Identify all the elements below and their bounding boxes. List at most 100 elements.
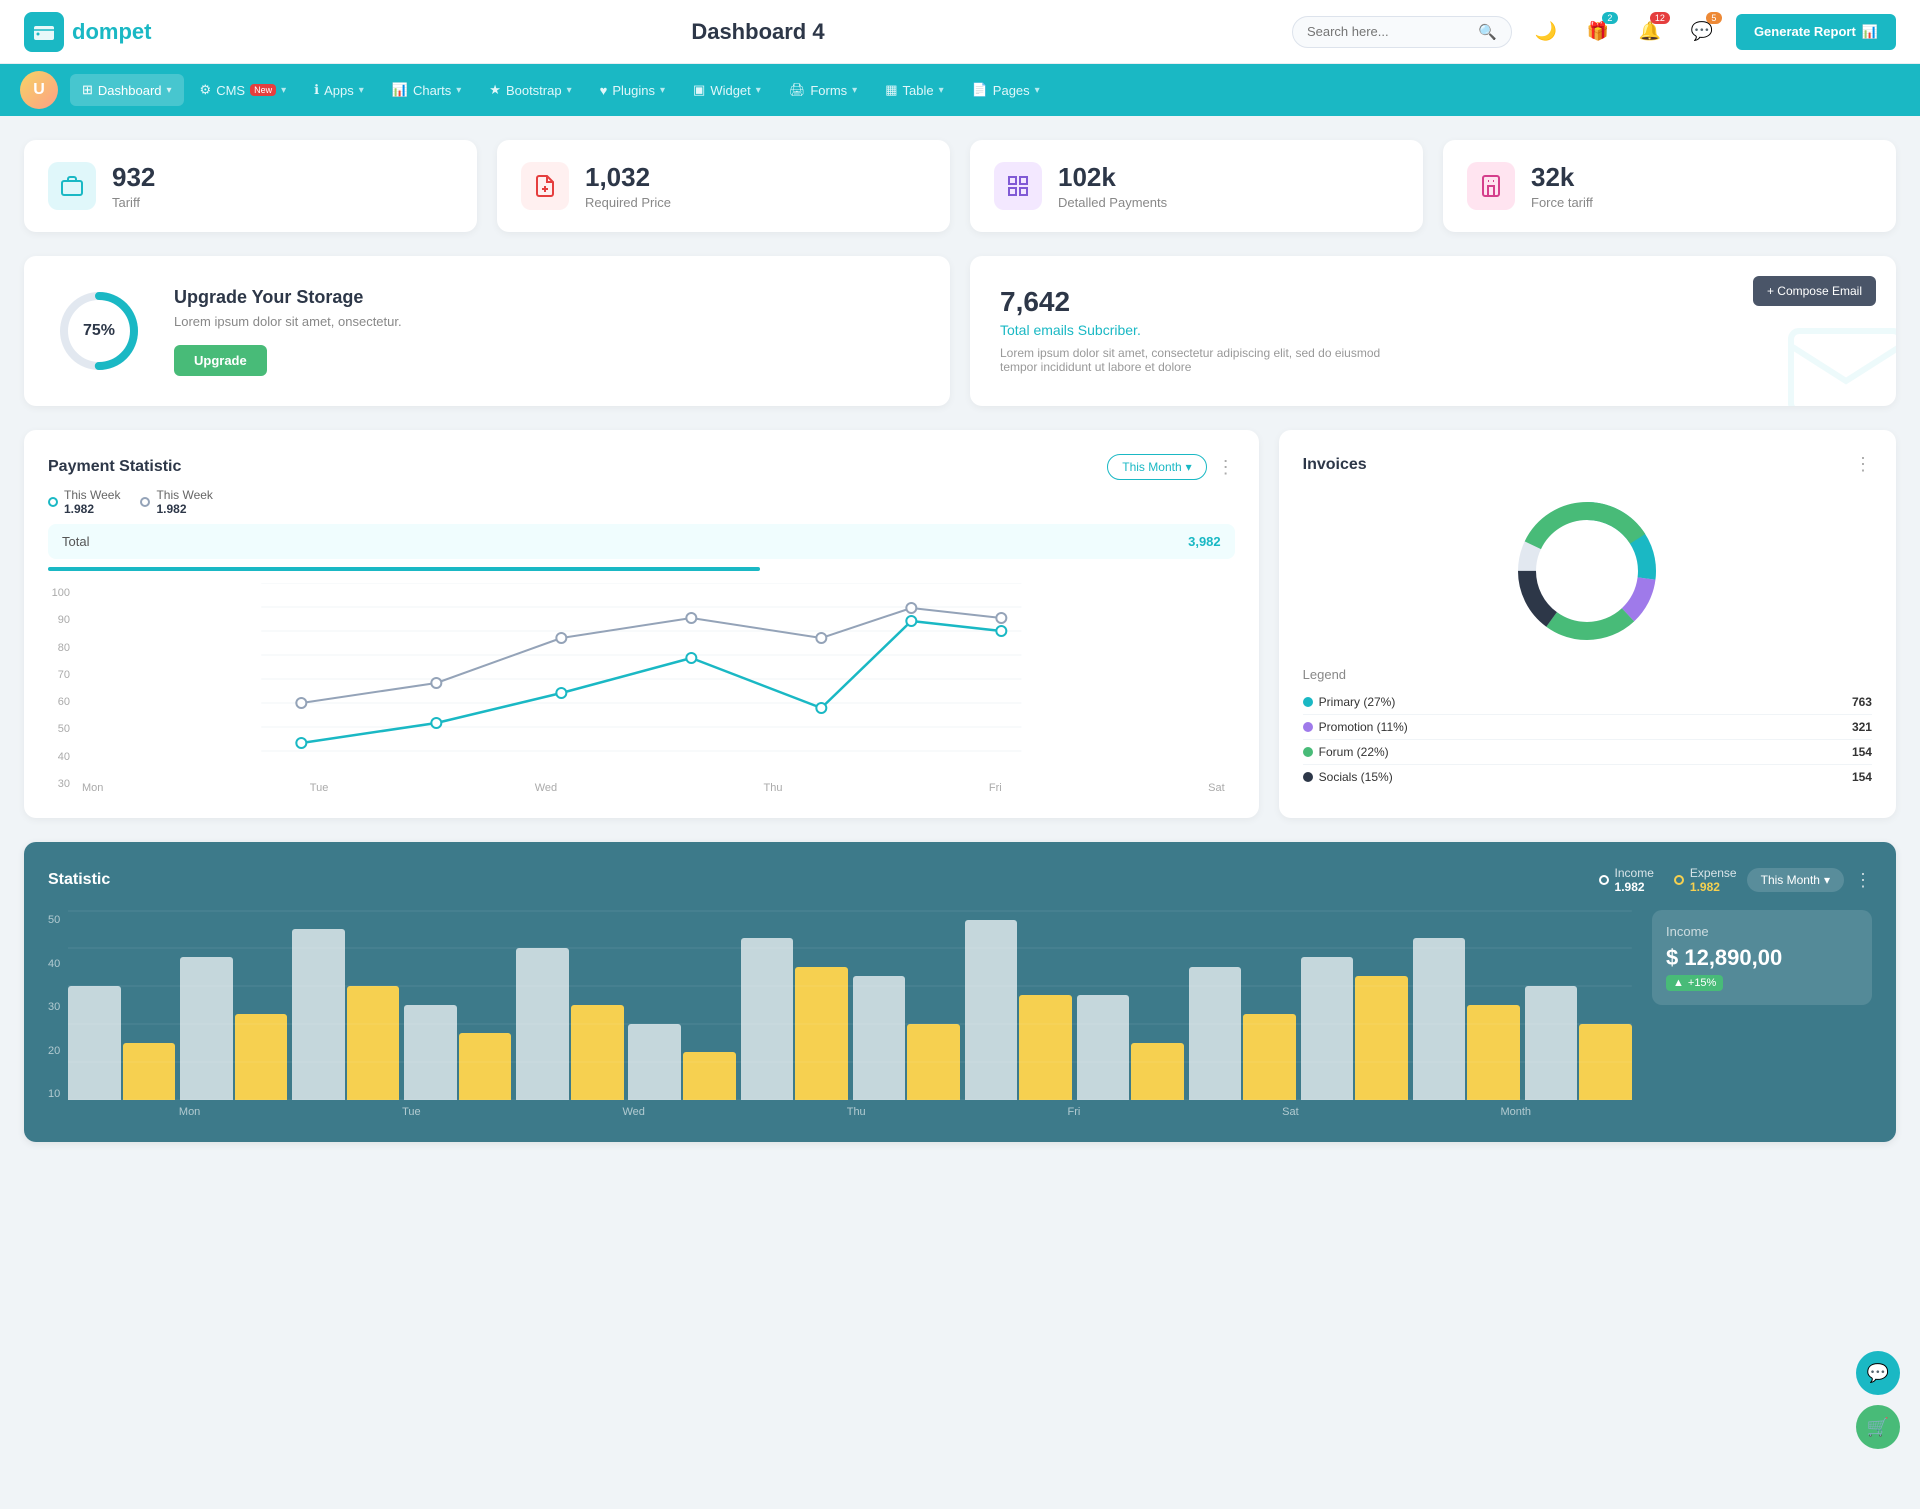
statistic-title: Statistic bbox=[48, 871, 110, 889]
bar-white-13 bbox=[1413, 938, 1466, 1100]
legend-text-1: This Week 1.982 bbox=[64, 488, 120, 516]
grid-bar-icon bbox=[994, 162, 1042, 210]
required-price-value: 1,032 bbox=[585, 162, 671, 193]
search-input[interactable] bbox=[1307, 24, 1478, 39]
bar-group-2 bbox=[180, 910, 287, 1100]
middle-row: 75% Upgrade Your Storage Lorem ipsum dol… bbox=[24, 256, 1896, 406]
payment-more-btn[interactable]: ⋮ bbox=[1217, 457, 1235, 478]
invoices-legend: Legend Primary (27%) 763 Promotion (11%)… bbox=[1303, 667, 1872, 789]
gear-icon: ⚙ bbox=[200, 82, 212, 98]
cms-new-badge: New bbox=[250, 84, 276, 96]
plugins-arrow-icon: ▾ bbox=[660, 85, 665, 96]
bar-group-4 bbox=[404, 910, 511, 1100]
chat-icon-btn[interactable]: 💬 5 bbox=[1684, 14, 1720, 50]
logo-area: dompet bbox=[24, 12, 224, 52]
bar-yellow-11 bbox=[1243, 1014, 1296, 1100]
invoices-more-btn[interactable]: ⋮ bbox=[1854, 454, 1872, 475]
line-chart-svg bbox=[48, 583, 1235, 773]
building-icon bbox=[1467, 162, 1515, 210]
bell-badge: 12 bbox=[1650, 12, 1670, 24]
email-subtitle: Total emails Subcriber. bbox=[1000, 322, 1866, 338]
upgrade-button[interactable]: Upgrade bbox=[174, 345, 267, 376]
legend-dot-1 bbox=[48, 497, 58, 507]
statistic-body: 50 40 30 20 10 bbox=[48, 910, 1872, 1118]
expense-legend-label: Expense bbox=[1690, 866, 1737, 880]
primary-label: Primary (27%) bbox=[1319, 695, 1396, 709]
this-month-filter-btn[interactable]: This Month ▾ bbox=[1107, 454, 1206, 480]
search-box[interactable]: 🔍 bbox=[1292, 16, 1512, 48]
stat-info-price: 1,032 Required Price bbox=[585, 162, 671, 210]
expense-legend-dot bbox=[1674, 875, 1684, 885]
bell-icon-btn[interactable]: 🔔 12 bbox=[1632, 14, 1668, 50]
nav-label-charts: Charts bbox=[413, 83, 451, 98]
charts-arrow-icon: ▾ bbox=[456, 85, 461, 96]
nav-item-plugins[interactable]: ♥ Plugins ▾ bbox=[588, 75, 677, 106]
legend-item-1: This Week 1.982 bbox=[48, 488, 120, 516]
bootstrap-arrow-icon: ▾ bbox=[567, 85, 572, 96]
nav-label-plugins: Plugins bbox=[612, 83, 655, 98]
info-icon: ℹ bbox=[314, 82, 319, 98]
nav-item-apps[interactable]: ℹ Apps ▾ bbox=[302, 74, 376, 106]
bar-yellow-2 bbox=[235, 1014, 288, 1100]
promotion-label: Promotion (11%) bbox=[1319, 720, 1408, 734]
nav-item-dashboard[interactable]: ⊞ Dashboard ▾ bbox=[70, 74, 184, 106]
income-badge-val: +15% bbox=[1688, 977, 1716, 989]
stat-legend: Income 1.982 Expense 1.982 bbox=[1599, 866, 1737, 894]
total-progress-bar bbox=[48, 567, 760, 571]
stat-info-force: 32k Force tariff bbox=[1531, 162, 1593, 210]
generate-report-button[interactable]: Generate Report 📊 bbox=[1736, 14, 1896, 50]
bar-white-3 bbox=[292, 929, 345, 1100]
nav-item-pages[interactable]: 📄 Pages ▾ bbox=[960, 74, 1052, 106]
promotion-dot bbox=[1303, 722, 1313, 732]
nav-item-cms[interactable]: ⚙ CMS New ▾ bbox=[188, 74, 299, 106]
storage-description: Lorem ipsum dolor sit amet, onsectetur. bbox=[174, 314, 402, 329]
pages-arrow-icon: ▾ bbox=[1035, 85, 1040, 96]
top-header: dompet Dashboard 4 🔍 🌙 🎁 2 🔔 12 💬 5 Gene… bbox=[0, 0, 1920, 64]
bar-white-5 bbox=[516, 948, 569, 1100]
moon-toggle[interactable]: 🌙 bbox=[1528, 14, 1564, 50]
filter-chevron-icon: ▾ bbox=[1186, 460, 1192, 474]
payment-title: Payment Statistic bbox=[48, 458, 181, 476]
scroll-top-float-btn[interactable]: 🛒 bbox=[1856, 1405, 1900, 1449]
avatar-initials: U bbox=[20, 71, 58, 109]
nav-item-forms[interactable]: 🖨 Forms ▾ bbox=[777, 74, 869, 106]
total-value: 3,982 bbox=[1188, 534, 1221, 549]
charts-row: Payment Statistic This Month ▾ ⋮ This We… bbox=[24, 430, 1896, 818]
forms-arrow-icon: ▾ bbox=[852, 85, 857, 96]
table-arrow-icon: ▾ bbox=[939, 85, 944, 96]
payment-header: Payment Statistic This Month ▾ ⋮ bbox=[48, 454, 1235, 480]
bar-white-12 bbox=[1301, 957, 1354, 1100]
storage-card: 75% Upgrade Your Storage Lorem ipsum dol… bbox=[24, 256, 950, 406]
storage-info: Upgrade Your Storage Lorem ipsum dolor s… bbox=[174, 287, 402, 376]
gift-badge: 2 bbox=[1602, 12, 1618, 24]
compose-email-button[interactable]: + Compose Email bbox=[1753, 276, 1876, 306]
stat-month-filter-btn[interactable]: This Month ▾ bbox=[1747, 868, 1844, 892]
bar-yellow-13 bbox=[1467, 1005, 1520, 1100]
income-box-value: $ 12,890,00 bbox=[1666, 945, 1858, 971]
legend-label-2: This Week bbox=[156, 488, 212, 502]
stat-controls: Income 1.982 Expense 1.982 This Month bbox=[1599, 866, 1872, 894]
gift-icon-btn[interactable]: 🎁 2 bbox=[1580, 14, 1616, 50]
bar-group-13 bbox=[1413, 910, 1520, 1100]
nav-label-pages: Pages bbox=[993, 83, 1030, 98]
invoices-donut-container bbox=[1303, 491, 1872, 651]
legend-val-1: 1.982 bbox=[64, 502, 120, 516]
storage-title: Upgrade Your Storage bbox=[174, 287, 402, 308]
nav-label-forms: Forms bbox=[810, 83, 847, 98]
bar-yellow-8 bbox=[907, 1024, 960, 1100]
search-icon: 🔍 bbox=[1478, 23, 1497, 41]
bar-group-12 bbox=[1301, 910, 1408, 1100]
nav-item-charts[interactable]: 📊 Charts ▾ bbox=[380, 74, 474, 106]
legend-row-promotion: Promotion (11%) 321 bbox=[1303, 715, 1872, 740]
bar-chart-area: 50 40 30 20 10 bbox=[48, 910, 1632, 1118]
header-right: 🔍 🌙 🎁 2 🔔 12 💬 5 Generate Report 📊 bbox=[1292, 14, 1896, 50]
printer-icon: 🖨 bbox=[789, 82, 806, 98]
nav-item-bootstrap[interactable]: ★ Bootstrap ▾ bbox=[477, 74, 583, 106]
stat-more-btn[interactable]: ⋮ bbox=[1854, 870, 1872, 891]
x-label-wed: Wed bbox=[535, 782, 557, 794]
chat-badge: 5 bbox=[1706, 12, 1722, 24]
invoices-header: Invoices ⋮ bbox=[1303, 454, 1872, 475]
support-float-btn[interactable]: 💬 bbox=[1856, 1351, 1900, 1395]
nav-item-table[interactable]: ▦ Table ▾ bbox=[873, 74, 955, 106]
nav-item-widget[interactable]: ▣ Widget ▾ bbox=[681, 74, 773, 106]
